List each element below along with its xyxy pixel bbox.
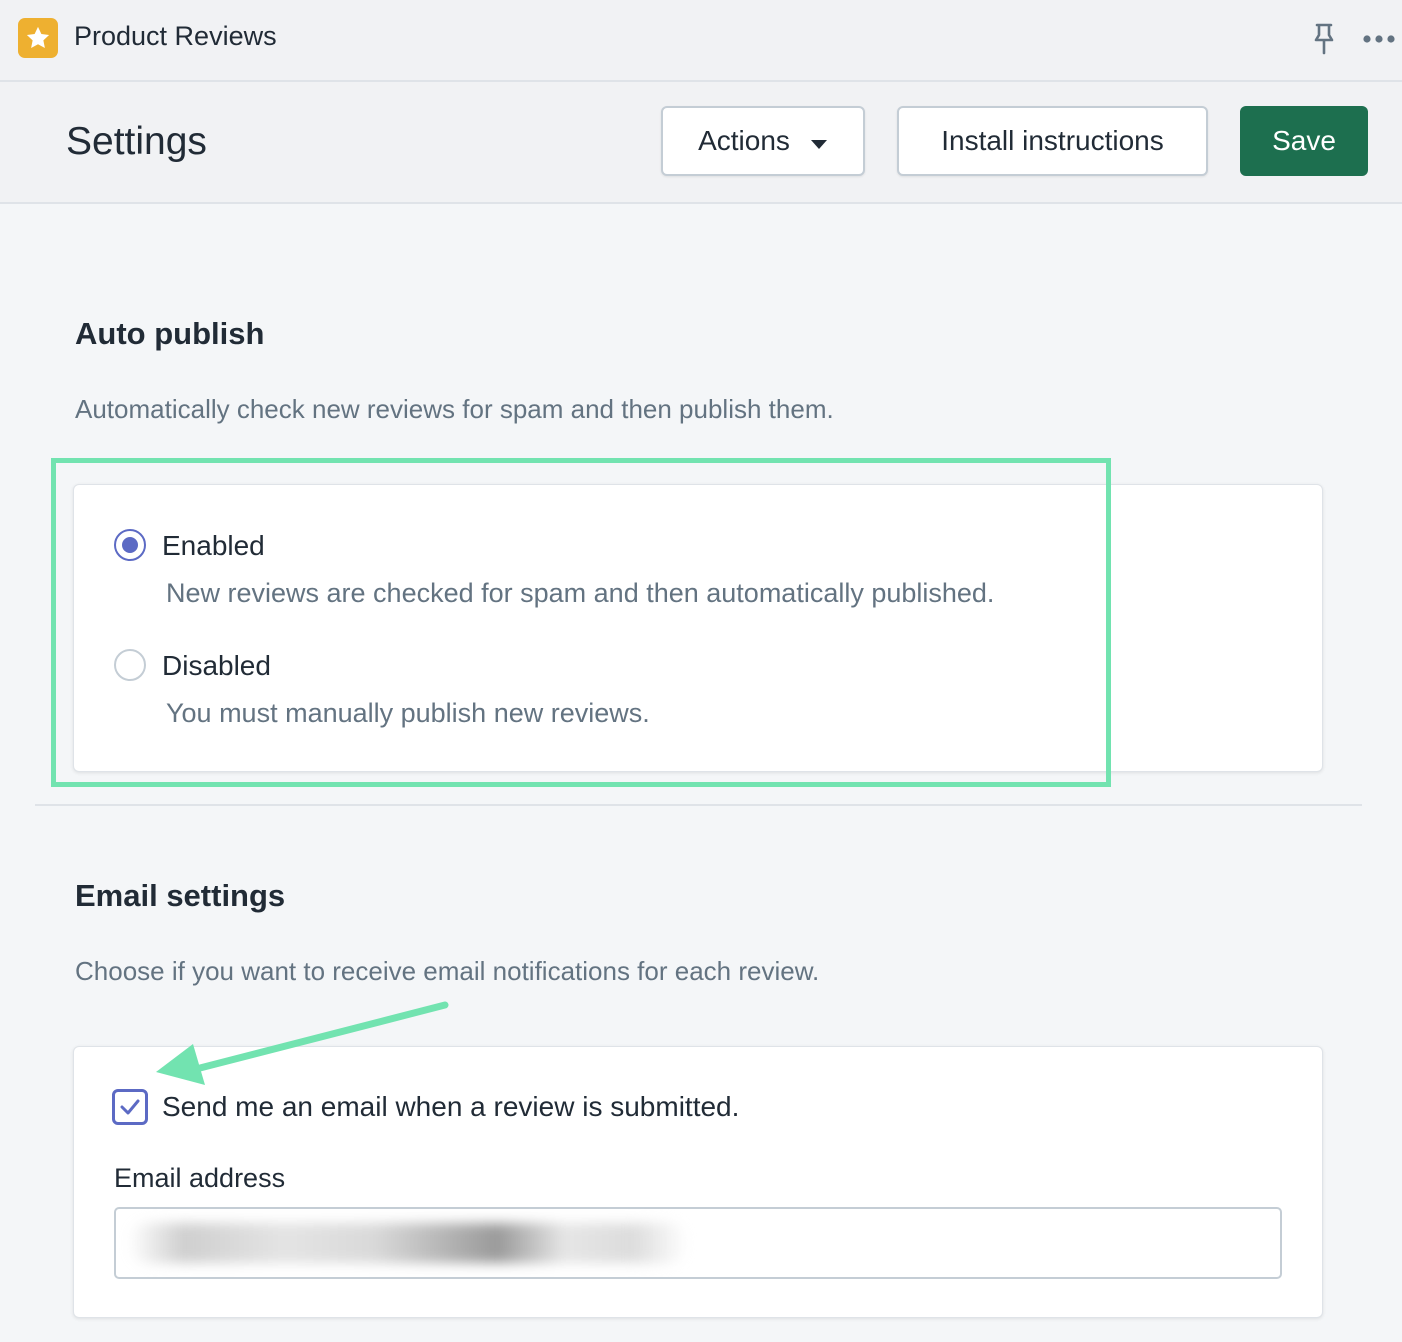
- email-settings-title: Email settings: [75, 878, 286, 913]
- star-icon: [18, 18, 58, 58]
- email-address-input[interactable]: [114, 1207, 1282, 1279]
- actions-dropdown-button[interactable]: Actions: [661, 106, 865, 176]
- auto-publish-card: Enabled New reviews are checked for spam…: [73, 484, 1323, 772]
- caret-down-icon: [810, 125, 828, 157]
- pin-icon[interactable]: [1310, 22, 1338, 61]
- notify-checkbox[interactable]: [112, 1089, 148, 1125]
- page-title: Settings: [66, 120, 207, 163]
- app-title: Product Reviews: [74, 21, 277, 51]
- email-address-label: Email address: [114, 1163, 286, 1193]
- notify-checkbox-label[interactable]: Send me an email when a review is submit…: [162, 1091, 739, 1123]
- email-settings-description: Choose if you want to receive email noti…: [75, 956, 820, 986]
- page-header: Settings Actions Install instructions Sa…: [0, 82, 1402, 204]
- actions-label: Actions: [698, 125, 790, 156]
- auto-publish-title: Auto publish: [75, 316, 265, 351]
- section-divider: [35, 804, 1362, 806]
- radio-enabled[interactable]: [114, 529, 146, 561]
- email-settings-card: Send me an email when a review is submit…: [73, 1046, 1323, 1318]
- install-instructions-button[interactable]: Install instructions: [897, 106, 1208, 176]
- radio-disabled-label[interactable]: Disabled: [162, 650, 271, 682]
- radio-disabled[interactable]: [114, 649, 146, 681]
- radio-enabled-label[interactable]: Enabled: [162, 530, 265, 562]
- save-button[interactable]: Save: [1240, 106, 1368, 176]
- radio-enabled-help: New reviews are checked for spam and the…: [166, 578, 995, 608]
- auto-publish-description: Automatically check new reviews for spam…: [75, 394, 834, 424]
- radio-disabled-help: You must manually publish new reviews.: [166, 698, 650, 728]
- more-horizontal-icon[interactable]: [1362, 32, 1396, 50]
- app-top-bar: Product Reviews: [0, 0, 1402, 82]
